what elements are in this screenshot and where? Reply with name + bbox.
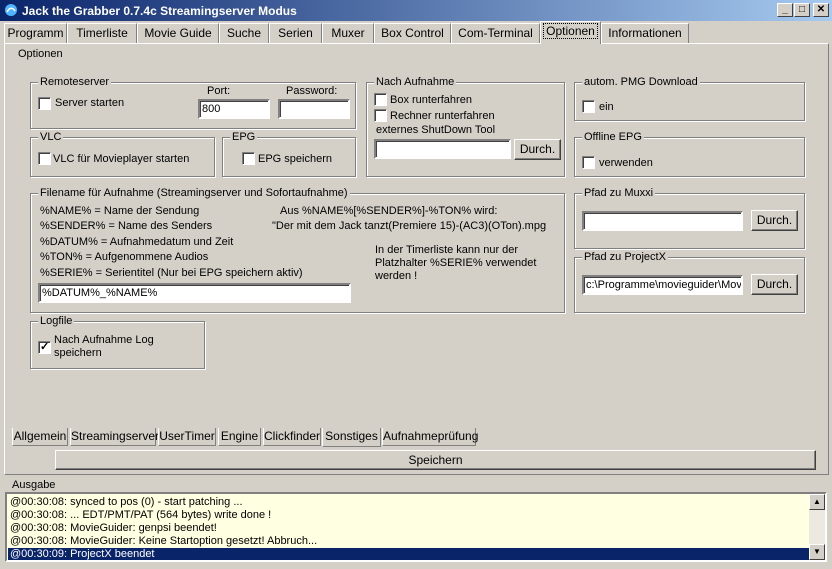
placeholder-serie: %SERIE% = Serientitel (Nur bei EPG speic… bbox=[40, 267, 303, 279]
muxxi-browse-button[interactable]: Durch. bbox=[751, 210, 798, 231]
shutdown-tool-browse-button[interactable]: Durch. bbox=[514, 139, 561, 160]
muxxi-path-input[interactable] bbox=[582, 211, 743, 231]
log-scrollbar[interactable]: ▲ ▼ bbox=[809, 494, 825, 560]
epg-save-checkbox[interactable] bbox=[242, 152, 255, 165]
projectx-path-title: Pfad zu ProjectX bbox=[582, 251, 668, 263]
title-bar[interactable]: Jack the Grabber 0.7.4c Streamingserver … bbox=[0, 0, 832, 21]
box-shutdown-checkbox[interactable] bbox=[374, 93, 387, 106]
tab-informationen[interactable]: Informationen bbox=[601, 23, 689, 43]
subtab-usertimer[interactable]: UserTimer bbox=[158, 428, 216, 446]
pmg-download-group: autom. PMG Download ein bbox=[574, 76, 805, 121]
vlc-title: VLC bbox=[38, 131, 64, 143]
pc-shutdown-label: Rechner runterfahren bbox=[390, 110, 495, 122]
offline-epg-label: verwenden bbox=[599, 157, 653, 169]
shutdown-tool-input[interactable] bbox=[374, 139, 511, 159]
minimize-button[interactable]: _ bbox=[777, 3, 793, 17]
tab-programm[interactable]: Programm bbox=[4, 23, 67, 43]
scroll-up-icon[interactable]: ▲ bbox=[809, 494, 825, 510]
subtab-aufnahmepruefung[interactable]: Aufnahmeprüfung bbox=[382, 428, 478, 446]
placeholder-name: %NAME% = Name der Sendung bbox=[40, 205, 200, 217]
tab-box-control[interactable]: Box Control bbox=[374, 23, 451, 43]
offline-epg-checkbox[interactable] bbox=[582, 156, 595, 169]
offline-epg-title: Offline EPG bbox=[582, 131, 644, 143]
example-result: "Der mit dem Jack tanzt(Premiere 15)-(AC… bbox=[272, 220, 547, 232]
projectx-path-group: Pfad zu ProjectX c:\Programme\movieguide… bbox=[574, 251, 805, 313]
remoteserver-group: Remoteserver Server starten Port: 800 Pa… bbox=[30, 76, 356, 129]
tab-optionen[interactable]: Optionen bbox=[540, 21, 601, 44]
port-input[interactable]: 800 bbox=[198, 99, 270, 119]
port-label: Port: bbox=[207, 85, 231, 97]
example-pattern: Aus %NAME%[%SENDER%]-%TON% wird: bbox=[280, 205, 498, 217]
maximize-button[interactable]: □ bbox=[794, 3, 810, 17]
epg-title: EPG bbox=[230, 131, 258, 143]
log-line: @00:30:08: MovieGuider: genpsi beendet! bbox=[10, 522, 217, 534]
tab-timerliste[interactable]: Timerliste bbox=[67, 23, 137, 43]
filename-group: Filename für Aufnahme (Streamingserver u… bbox=[30, 187, 565, 313]
output-title: Ausgabe bbox=[10, 479, 58, 491]
logfile-checkbox[interactable] bbox=[38, 340, 51, 354]
offline-epg-group: Offline EPG verwenden bbox=[574, 131, 805, 177]
placeholder-sender: %SENDER% = Name des Senders bbox=[40, 220, 213, 232]
projectx-path-input[interactable]: c:\Programme\movieguider\Mov bbox=[582, 275, 743, 295]
vlc-label: VLC für Movieplayer starten bbox=[53, 153, 190, 165]
save-button[interactable]: Speichern bbox=[55, 450, 816, 470]
tab-suche[interactable]: Suche bbox=[219, 23, 269, 43]
panel-title: Optionen bbox=[18, 48, 63, 60]
log-line: @00:30:08: synced to pos (0) - start pat… bbox=[10, 496, 243, 508]
epg-save-label: EPG speichern bbox=[258, 153, 332, 165]
vlc-group: VLC VLC für Movieplayer starten bbox=[30, 131, 215, 177]
nach-aufnahme-group: Nach Aufnahme Box runterfahren Rechner r… bbox=[366, 76, 565, 177]
output-log[interactable]: @00:30:08: synced to pos (0) - start pat… bbox=[5, 492, 827, 562]
placeholder-ton: %TON% = Aufgenommene Audios bbox=[40, 251, 209, 263]
subtab-engine[interactable]: Engine bbox=[218, 428, 261, 446]
server-start-label: Server starten bbox=[55, 97, 125, 109]
subtab-streamingserver[interactable]: Streamingserver bbox=[70, 428, 159, 446]
epg-group: EPG EPG speichern bbox=[222, 131, 356, 177]
remoteserver-title: Remoteserver bbox=[38, 76, 112, 88]
vlc-checkbox[interactable] bbox=[38, 152, 51, 165]
filename-pattern-input[interactable]: %DATUM%_%NAME% bbox=[38, 283, 351, 303]
shutdown-tool-label: externes ShutDown Tool bbox=[376, 124, 496, 136]
filename-title: Filename für Aufnahme (Streamingserver u… bbox=[38, 187, 350, 199]
pmg-download-label: ein bbox=[599, 101, 614, 113]
pmg-download-checkbox[interactable] bbox=[582, 100, 595, 113]
scroll-down-icon[interactable]: ▼ bbox=[809, 544, 825, 560]
log-line: @00:30:08: MovieGuider: Keine Startoptio… bbox=[10, 535, 318, 547]
tab-serien[interactable]: Serien bbox=[269, 23, 322, 43]
tab-movie-guide[interactable]: Movie Guide bbox=[137, 23, 219, 43]
close-button[interactable]: ✕ bbox=[813, 3, 829, 17]
server-start-checkbox[interactable] bbox=[38, 97, 51, 110]
nach-aufnahme-title: Nach Aufnahme bbox=[374, 76, 457, 88]
subtab-sonstiges[interactable]: Sonstiges bbox=[322, 428, 381, 447]
window-title: Jack the Grabber 0.7.4c Streamingserver … bbox=[22, 4, 297, 18]
logfile-group: Logfile Nach Aufnahme Log speichern bbox=[30, 315, 205, 369]
password-label: Password: bbox=[286, 85, 338, 97]
pmg-download-title: autom. PMG Download bbox=[582, 76, 700, 88]
tab-muxer[interactable]: Muxer bbox=[322, 23, 374, 43]
placeholder-datum: %DATUM% = Aufnahmedatum und Zeit bbox=[40, 236, 234, 248]
muxxi-path-group: Pfad zu Muxxi Durch. bbox=[574, 187, 805, 249]
projectx-browse-button[interactable]: Durch. bbox=[751, 274, 798, 295]
box-shutdown-label: Box runterfahren bbox=[390, 94, 472, 106]
logfile-label-line2: speichern bbox=[54, 347, 102, 359]
logfile-title: Logfile bbox=[38, 315, 75, 327]
log-line-selected[interactable]: @00:30:09: ProjectX beendet bbox=[8, 548, 811, 560]
muxxi-path-title: Pfad zu Muxxi bbox=[582, 187, 656, 199]
timerliste-note: In der Timerliste kann nur der Platzhalt… bbox=[375, 244, 537, 282]
password-input[interactable] bbox=[278, 99, 350, 119]
tab-com-terminal[interactable]: Com-Terminal bbox=[451, 23, 540, 43]
subtab-clickfinder[interactable]: Clickfinder bbox=[263, 428, 321, 446]
pc-shutdown-checkbox[interactable] bbox=[374, 109, 387, 122]
logfile-label-line1: Nach Aufnahme Log bbox=[54, 334, 154, 346]
log-line: @00:30:08: ... EDT/PMT/PAT (564 bytes) w… bbox=[10, 509, 272, 521]
subtab-allgemein[interactable]: Allgemein bbox=[12, 428, 68, 446]
app-icon bbox=[5, 4, 17, 16]
